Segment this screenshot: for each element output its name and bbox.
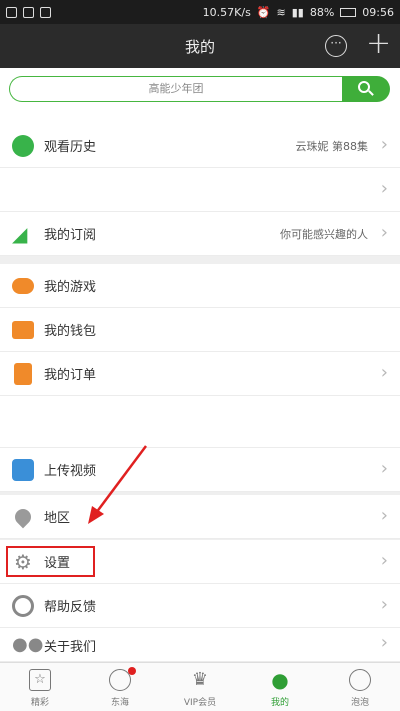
bubble-icon — [349, 669, 371, 691]
chevron-right-icon: › — [380, 505, 388, 526]
image-icon — [40, 6, 51, 18]
row-about[interactable]: ●● 关于我们 › — [0, 628, 400, 662]
search-bar: 高能少年团 — [0, 68, 400, 108]
tab-bar: ☆ 精彩 东海 ♛ VIP会员 ● 我的 泡泡 — [0, 662, 400, 711]
signal-icon: ▮▮ — [291, 5, 304, 19]
people-icon: ●● — [12, 634, 44, 655]
subscribe-label: 我的订阅 — [44, 228, 97, 243]
plus-icon[interactable]: + — [366, 29, 391, 59]
row-games[interactable]: 我的游戏 — [0, 264, 400, 308]
person-icon: ● — [271, 668, 289, 692]
subscribe-hint: 你可能感兴趣的人 — [280, 228, 368, 241]
chevron-right-icon: › — [380, 134, 388, 155]
row-orders[interactable]: 我的订单 › — [0, 352, 400, 396]
row-location[interactable]: 地区 › — [0, 495, 400, 539]
row-feedback[interactable]: 帮助反馈 › — [0, 584, 400, 628]
upload-icon — [12, 459, 34, 481]
gamepad-icon — [12, 278, 34, 294]
location-pin-icon — [11, 505, 35, 529]
alarm-icon: ⏰ — [256, 5, 271, 19]
clock: 09:56 — [362, 5, 394, 19]
tab-featured[interactable]: ☆ 精彩 — [0, 663, 80, 711]
highlight-box — [6, 546, 95, 577]
more-icon[interactable]: ··· — [325, 35, 347, 57]
star-icon: ☆ — [29, 669, 51, 691]
row-history[interactable]: 观看历史 云珠妮 第88集 › — [0, 124, 400, 168]
network-speed: 10.57K/s — [202, 5, 251, 19]
tab-discover[interactable]: 东海 — [80, 663, 160, 711]
notification-icon — [23, 6, 34, 18]
wifi-icon: ≋ — [276, 5, 286, 19]
tab-mine[interactable]: ● 我的 — [240, 663, 320, 711]
chevron-right-icon: › — [380, 594, 388, 615]
tab-vip[interactable]: ♛ VIP会员 — [160, 663, 240, 711]
wallet-icon — [12, 321, 34, 339]
row-upload[interactable]: 上传视频 › — [0, 448, 400, 492]
chevron-right-icon: › — [380, 178, 388, 199]
headset-icon — [12, 595, 34, 617]
search-button[interactable] — [342, 76, 390, 102]
row-wallet[interactable]: 我的钱包 — [0, 308, 400, 352]
orders-label: 我的订单 — [44, 368, 97, 383]
notification-dot — [128, 667, 136, 675]
tab-bubble[interactable]: 泡泡 — [320, 663, 400, 711]
rss-icon: ◢ — [12, 222, 28, 246]
chevron-right-icon: › — [380, 550, 388, 571]
row-blank[interactable]: › — [0, 168, 400, 212]
order-icon — [14, 363, 32, 385]
games-label: 我的游戏 — [44, 280, 97, 295]
row-subscribe[interactable]: ◢ 我的订阅 你可能感兴趣的人 › — [0, 212, 400, 256]
history-latest: 云珠妮 第88集 — [295, 140, 369, 153]
chevron-right-icon: › — [380, 458, 388, 479]
clock-icon — [12, 135, 34, 157]
status-bar: 10.57K/s ⏰ ≋ ▮▮ 88% 09:56 — [0, 0, 400, 24]
list-item-partial[interactable] — [0, 108, 400, 124]
wallet-label: 我的钱包 — [44, 324, 97, 339]
chevron-right-icon: › — [380, 362, 388, 383]
about-label: 关于我们 — [44, 640, 97, 655]
chevron-right-icon: › — [380, 222, 388, 243]
upload-label: 上传视频 — [44, 464, 97, 479]
battery-level: 88% — [309, 5, 335, 19]
crown-icon: ♛ — [191, 669, 209, 690]
chevron-right-icon: › — [380, 632, 388, 653]
history-label: 观看历史 — [44, 140, 97, 155]
title-bar: 我的 ··· + — [0, 24, 400, 68]
location-label: 地区 — [44, 511, 71, 526]
gallery-icon — [6, 6, 17, 18]
battery-icon — [340, 7, 357, 17]
feedback-label: 帮助反馈 — [44, 600, 97, 615]
row-blank-2 — [0, 396, 400, 448]
search-input[interactable]: 高能少年团 — [9, 76, 342, 102]
